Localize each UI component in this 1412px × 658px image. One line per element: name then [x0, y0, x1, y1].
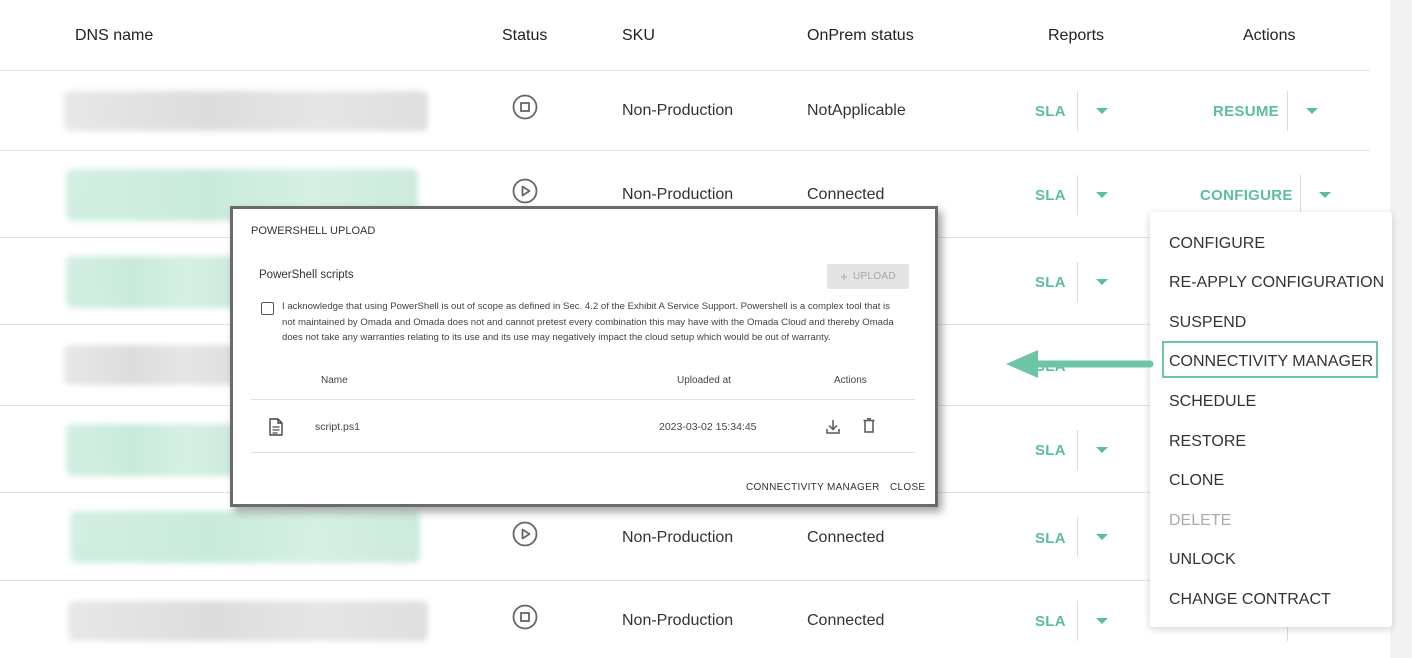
redacted-dns-name-link[interactable] [66, 256, 236, 308]
divider [251, 452, 915, 453]
acknowledgement-text: I acknowledge that using PowerShell is o… [282, 301, 894, 343]
resume-button[interactable]: RESUME [1213, 103, 1279, 120]
divider [1077, 517, 1078, 557]
file-document-icon [269, 418, 283, 436]
report-dropdown-caret-icon[interactable] [1096, 618, 1108, 624]
section-title: PowerShell scripts [259, 269, 354, 281]
sla-report-button[interactable]: SLA [1035, 442, 1066, 459]
upload-label: UPLOAD [852, 271, 896, 282]
powershell-upload-dialog: POWERSHELL UPLOAD PowerShell scripts + U… [230, 206, 938, 507]
dialog-title: POWERSHELL UPLOAD [251, 225, 376, 237]
menu-item-clone[interactable]: CLONE [1169, 472, 1224, 490]
sku-cell: Non-Production [622, 612, 734, 629]
action-dropdown-caret-icon[interactable] [1319, 192, 1331, 198]
divider [1077, 430, 1078, 470]
sku-cell: Non-Production [622, 102, 734, 119]
report-dropdown-caret-icon[interactable] [1096, 534, 1108, 540]
header-dns-name[interactable]: DNS name [75, 27, 153, 45]
redacted-dns-name-link[interactable] [70, 511, 420, 563]
onprem-status-cell: Connected [807, 529, 885, 546]
close-button[interactable]: CLOSE [890, 482, 925, 493]
stop-circle-icon [512, 94, 538, 120]
action-dropdown-caret-icon[interactable] [1306, 108, 1318, 114]
menu-item-restore[interactable]: RESTORE [1169, 433, 1246, 451]
divider [251, 399, 915, 400]
redacted-dns-name-link[interactable] [66, 424, 236, 476]
actions-dropdown-menu: CONFIGURE RE-APPLY CONFIGURATION SUSPEND… [1150, 212, 1392, 627]
sla-report-button[interactable]: SLA [1035, 613, 1066, 630]
table-row: Non-Production NotApplicable SLA RESUME [0, 71, 1370, 151]
redacted-dns-name [68, 601, 428, 641]
divider [1077, 601, 1078, 641]
plus-icon: + [840, 268, 848, 284]
header-actions: Actions [1243, 27, 1296, 44]
onprem-status-cell: Connected [807, 186, 885, 203]
connectivity-manager-button[interactable]: CONNECTIVITY MANAGER [746, 482, 880, 493]
divider [1300, 175, 1301, 215]
menu-item-schedule[interactable]: SCHEDULE [1169, 393, 1256, 411]
annotation-arrow-icon [1006, 350, 1154, 378]
redacted-dns-name [64, 91, 428, 131]
header-reports: Reports [1048, 27, 1105, 44]
menu-item-delete: DELETE [1169, 512, 1232, 529]
file-name: script.ps1 [315, 421, 360, 433]
play-circle-icon [512, 521, 538, 547]
redacted-dns-name [64, 345, 236, 385]
sku-cell: Non-Production [622, 186, 734, 203]
report-dropdown-caret-icon[interactable] [1096, 447, 1108, 453]
column-uploaded-at: Uploaded at [677, 375, 731, 386]
menu-item-unlock[interactable]: UNLOCK [1169, 551, 1236, 569]
divider [1077, 262, 1078, 302]
report-dropdown-caret-icon[interactable] [1096, 192, 1108, 198]
play-circle-icon [512, 178, 538, 204]
configure-button[interactable]: CONFIGURE [1200, 187, 1293, 204]
sku-cell: Non-Production [622, 529, 734, 546]
report-dropdown-caret-icon[interactable] [1096, 279, 1108, 285]
menu-item-connectivity-manager[interactable]: CONNECTIVITY MANAGER [1169, 353, 1373, 371]
menu-item-suspend[interactable]: SUSPEND [1169, 314, 1246, 332]
sla-report-button[interactable]: SLA [1035, 187, 1066, 204]
sla-report-button[interactable]: SLA [1035, 530, 1066, 547]
menu-item-reapply-configuration[interactable]: RE-APPLY CONFIGURATION [1169, 274, 1384, 292]
sla-report-button[interactable]: SLA [1035, 103, 1066, 120]
menu-item-configure[interactable]: CONFIGURE [1169, 235, 1265, 253]
menu-item-change-contract[interactable]: CHANGE CONTRACT [1169, 591, 1331, 609]
column-name: Name [321, 375, 348, 386]
table-header: DNS name Status SKU OnPrem status Report… [0, 0, 1370, 71]
header-sku[interactable]: SKU [622, 27, 655, 45]
file-uploaded-at: 2023-03-02 15:34:45 [659, 421, 757, 433]
acknowledge-checkbox[interactable] [261, 302, 274, 315]
download-icon[interactable] [826, 419, 840, 434]
onprem-status-cell: NotApplicable [807, 102, 906, 119]
divider [1077, 91, 1078, 131]
header-onprem-status[interactable]: OnPrem status [807, 27, 914, 45]
upload-button[interactable]: + UPLOAD [827, 264, 909, 289]
divider [1077, 175, 1078, 215]
stop-circle-icon [512, 604, 538, 630]
column-actions: Actions [834, 375, 867, 386]
page-scrollbar[interactable] [1390, 0, 1412, 658]
header-status[interactable]: Status [502, 27, 547, 45]
report-dropdown-caret-icon[interactable] [1096, 108, 1108, 114]
divider [1287, 91, 1288, 131]
onprem-status-cell: Connected [807, 612, 885, 629]
delete-icon[interactable] [863, 418, 875, 433]
sla-report-button[interactable]: SLA [1035, 274, 1066, 291]
